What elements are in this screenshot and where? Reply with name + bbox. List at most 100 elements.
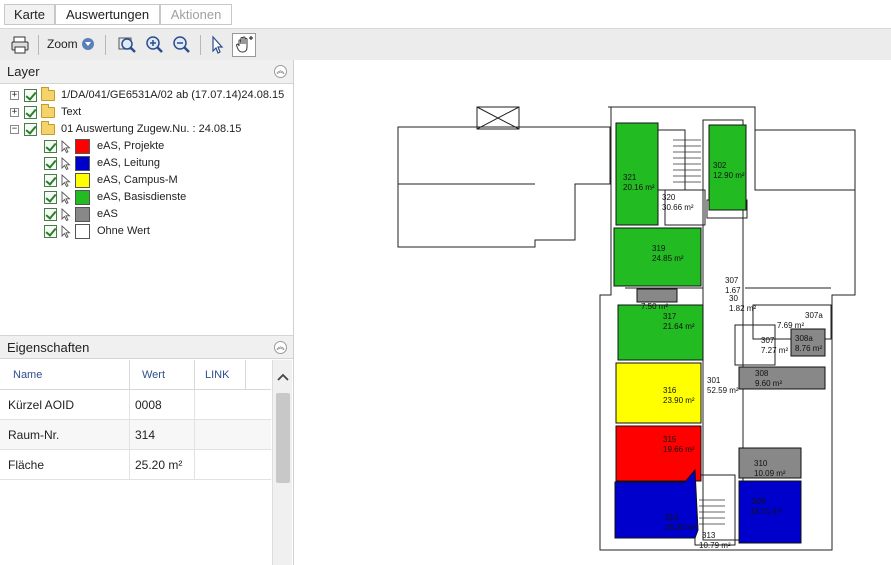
room-label: 8.76 m² (795, 344, 822, 353)
room-label: 30 (729, 294, 738, 303)
color-swatch (75, 139, 90, 154)
legend-item[interactable]: eAS, Campus-M (0, 172, 293, 189)
column-divider (129, 450, 130, 480)
column-divider (194, 390, 195, 420)
select-pointer-icon[interactable] (61, 157, 71, 170)
room-label: 307 (761, 336, 775, 345)
room-label: 302 (713, 161, 727, 170)
room-label: 19.66 m² (663, 445, 695, 454)
room-label: 12.90 m² (713, 171, 745, 180)
tree-item-layer-base[interactable]: + 1/DA/041/GE6531A/02 ab (17.07.14)24.08… (0, 87, 293, 104)
toolbar-separator (200, 35, 201, 55)
tab-karte[interactable]: Karte (4, 4, 55, 25)
column-header-name[interactable]: Name (13, 369, 42, 381)
column-divider (129, 420, 130, 450)
room-label: 25.20 m² (665, 523, 697, 532)
tab-auswertungen[interactable]: Auswertungen (55, 4, 160, 25)
legend-checkbox[interactable] (44, 140, 57, 153)
color-swatch (75, 156, 90, 171)
room-label: 7.69 m² (777, 321, 804, 330)
column-divider (194, 450, 195, 480)
room-316[interactable] (615, 362, 702, 424)
legend-item[interactable]: eAS, Basisdienste (0, 189, 293, 206)
pan-hand-icon[interactable] (232, 33, 256, 57)
tree-item-label: 1/DA/041/GE6531A/02 ab (17.07.14)24.08.1… (61, 89, 285, 101)
legend-checkbox[interactable] (44, 208, 57, 221)
column-header-link[interactable]: LINK (205, 369, 229, 381)
column-divider (194, 360, 195, 390)
legend-label: eAS, Leitung (97, 157, 160, 169)
legend-checkbox[interactable] (44, 157, 57, 170)
floorplan[interactable]: 321 20.16 m² 302 12.90 m² 320 30.66 m² 3… (295, 60, 891, 565)
room-label: 320 (662, 193, 676, 202)
column-header-wert[interactable]: Wert (142, 369, 165, 381)
room-label: 20.16 m² (623, 183, 655, 192)
select-pointer-icon[interactable] (207, 33, 227, 57)
tree-item-label: Text (61, 106, 82, 118)
room-label: 24.85 m² (652, 254, 684, 263)
property-name: Raum-Nr. (8, 428, 60, 442)
expand-icon[interactable]: + (10, 91, 19, 100)
legend-checkbox[interactable] (44, 191, 57, 204)
collapse-tree-icon[interactable]: − (10, 125, 19, 134)
legend-item[interactable]: eAS (0, 206, 293, 223)
tree-item-text[interactable]: + Text (0, 104, 293, 121)
expand-icon[interactable]: + (10, 108, 19, 117)
room-label: 317 (663, 312, 677, 321)
color-swatch (75, 190, 90, 205)
legend-item[interactable]: eAS, Leitung (0, 155, 293, 172)
layer-checkbox[interactable] (24, 123, 37, 136)
room-label: 319 (652, 244, 666, 253)
select-pointer-icon[interactable] (61, 174, 71, 187)
folder-icon (41, 87, 55, 101)
room-label: 18.71 m² (750, 507, 782, 516)
legend-checkbox[interactable] (44, 225, 57, 238)
property-value: 25.20 m² (135, 458, 183, 472)
table-row[interactable]: Kürzel AOID 0008 (0, 390, 271, 420)
legend-item[interactable]: eAS, Projekte (0, 138, 293, 155)
chevron-down-icon[interactable] (82, 38, 94, 50)
select-pointer-icon[interactable] (61, 191, 71, 204)
collapse-icon[interactable]: ︽ (274, 65, 287, 78)
properties-table-header: Name Wert LINK (0, 360, 271, 390)
zoom-in-icon[interactable] (144, 33, 166, 57)
zoom-extent-icon[interactable] (116, 33, 138, 57)
tree-item-auswertung[interactable]: − 01 Auswertung Zugew.Nu. : 24.08.15 (0, 121, 293, 138)
property-name: Fläche (8, 458, 45, 472)
room-label: 307 (725, 276, 739, 285)
column-divider (245, 360, 246, 390)
collapse-icon[interactable]: ︽ (274, 341, 287, 354)
chevron-up-icon[interactable] (276, 372, 290, 382)
select-pointer-icon[interactable] (61, 225, 71, 238)
table-row[interactable]: Fläche 25.20 m² (0, 450, 271, 480)
legend-label: Ohne Wert (97, 225, 150, 237)
select-pointer-icon[interactable] (61, 208, 71, 221)
room-label: 9.60 m² (755, 379, 782, 388)
properties-scrollbar[interactable] (272, 360, 292, 565)
select-pointer-icon[interactable] (61, 140, 71, 153)
print-icon[interactable] (9, 33, 31, 57)
legend-item[interactable]: Ohne Wert (0, 223, 293, 240)
room-gray-small[interactable] (636, 288, 678, 303)
legend-checkbox[interactable] (44, 174, 57, 187)
column-divider (129, 390, 130, 420)
scrollbar-thumb[interactable] (276, 393, 290, 483)
room-label: 308a (795, 334, 813, 343)
map-canvas[interactable]: 321 20.16 m² 302 12.90 m² 320 30.66 m² 3… (295, 60, 891, 565)
room-label: 301 (707, 376, 721, 385)
room-label: 313 (702, 531, 716, 540)
room-label: 23.90 m² (663, 396, 695, 405)
layer-checkbox[interactable] (24, 89, 37, 102)
room-317[interactable] (617, 304, 704, 361)
room-label: 21.64 m² (663, 322, 695, 331)
folder-icon (41, 104, 55, 118)
color-swatch (75, 173, 90, 188)
zoom-menu-label[interactable]: Zoom (47, 37, 78, 51)
tab-aktionen[interactable]: Aktionen (160, 4, 232, 25)
room-label: 1.82 m² (729, 304, 756, 313)
zoom-out-icon[interactable] (171, 33, 193, 57)
color-swatch (75, 224, 90, 239)
layer-checkbox[interactable] (24, 106, 37, 119)
left-panel: Layer ︽ + 1/DA/041/GE6531A/02 ab (17.07.… (0, 60, 294, 565)
table-row[interactable]: Raum-Nr. 314 (0, 420, 271, 450)
